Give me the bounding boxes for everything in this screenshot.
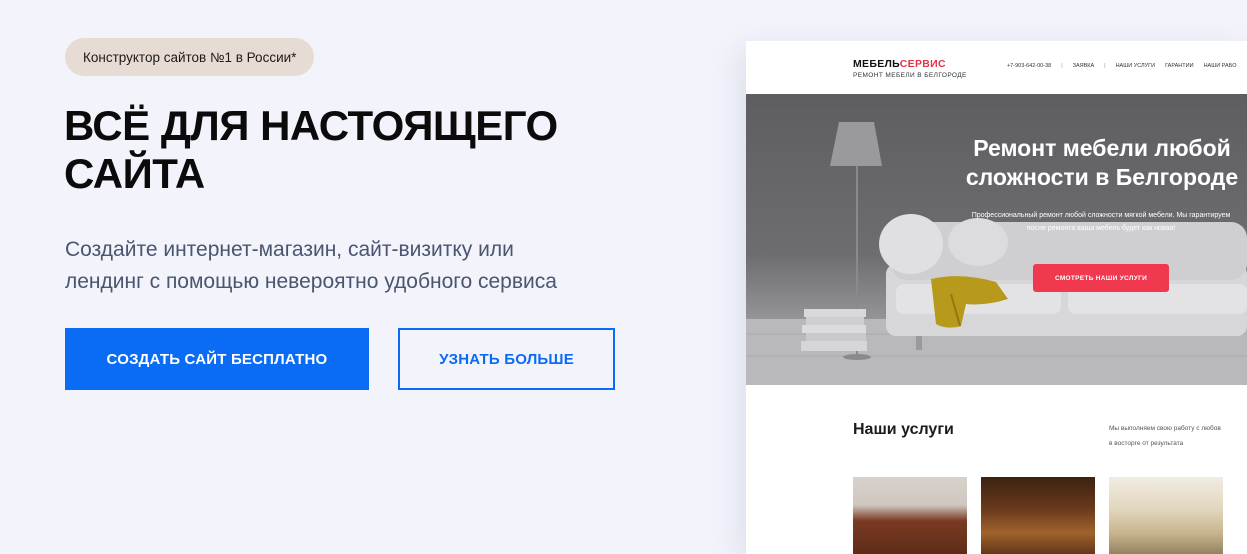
preview-hero-title-line-2: сложности в Белгороде [965,164,1239,190]
preview-nav: +7-903-642-00-38 | ЗАЯВКА | НАШИ УСЛУГИ … [1007,63,1247,69]
create-site-free-button[interactable]: СОЗДАТЬ САЙТ БЕСПЛАТНО [65,328,369,390]
preview-logo-main: МЕБЕЛЬ [853,58,900,70]
hero-subtitle-line-1: Создайте интернет-магазин, сайт-визитку … [65,238,514,261]
preview-logo: МЕБЕЛЬСЕРВИС [853,58,946,70]
hero-title-line-2: САЙТА [64,150,205,197]
template-preview[interactable]: МЕБЕЛЬСЕРВИС РЕМОНТ МЕБЕЛИ В БЕЛГОРОДЕ +… [746,41,1247,554]
preview-hero-title-line-1: Ремонт мебели любой [973,135,1231,161]
promo-badge: Конструктор сайтов №1 в России* [65,38,315,76]
preview-hero-text-line-2: после ремонта ваша мебель будет как нова… [1026,225,1176,232]
preview-nav-item: ЗАЯВКА [1072,63,1095,69]
preview-services-text-line-1: Мы выполняем свою работу с любов [1109,425,1221,432]
preview-nav-item: ГАРАНТИИ [1165,63,1194,69]
preview-services-text: Мы выполняем свою работу с любов в восто… [1109,421,1247,451]
preview-nav-separator: | [1104,63,1106,69]
preview-hero-title: Ремонт мебели любой сложности в Белгород… [942,134,1247,192]
preview-nav-item: НАШИ УСЛУГИ [1115,63,1156,69]
preview-service-image-cabinet [981,477,1095,554]
preview-nav-phone: +7-903-642-00-38 [1007,63,1052,69]
preview-nav-separator: | [1061,63,1063,69]
preview-logo-accent: СЕРВИС [899,58,946,70]
hero-subtitle-line-2: лендинг с помощью невероятно удобного се… [65,270,557,293]
hero-subtitle: Создайте интернет-магазин, сайт-визитку … [65,234,665,298]
preview-logo-subtitle: РЕМОНТ МЕБЕЛИ В БЕЛГОРОДЕ [853,72,967,79]
preview-header: МЕБЕЛЬСЕРВИС РЕМОНТ МЕБЕЛИ В БЕЛГОРОДЕ +… [746,41,1247,94]
preview-view-services-button[interactable]: СМОТРЕТЬ НАШИ УСЛУГИ [1033,264,1169,292]
preview-hero: Ремонт мебели любой сложности в Белгород… [746,94,1247,385]
preview-service-image-shelves [1109,477,1223,554]
preview-services-text-line-2: в восторге от результата [1109,440,1184,447]
hero-title: ВСЁ ДЛЯ НАСТОЯЩЕГО САЙТА [64,102,624,198]
hero-title-line-1: ВСЁ ДЛЯ НАСТОЯЩЕГО [64,102,558,149]
preview-hero-text-line-1: Профессиональный ремонт любой сложности … [971,212,1231,219]
preview-hero-text: Профессиональный ремонт любой сложности … [926,209,1247,235]
preview-services-title: Наши услуги [853,421,954,438]
promo-badge-text: Конструктор сайтов №1 в России* [83,49,297,65]
learn-more-button[interactable]: УЗНАТЬ БОЛЬШЕ [398,328,615,390]
preview-service-image-sofa [853,477,967,554]
preview-nav-item: НАШИ РАБО [1203,63,1237,69]
